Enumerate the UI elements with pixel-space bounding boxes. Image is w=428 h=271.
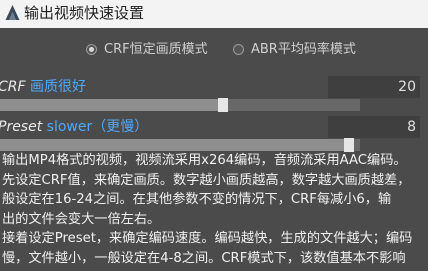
preset-slider-handle[interactable] [344, 138, 354, 152]
preset-value-input[interactable]: 8 [328, 116, 420, 138]
crf-label-prefix: CRF [0, 79, 31, 95]
description-line: 输出MP4格式的视频，视频流采用x264编码，音频流采用AAC编码。 [2, 153, 407, 168]
preset-slider-fill [0, 139, 344, 151]
description-line: 接着设定Preset，来确定编码速度。编码越快，生成的文件越大；编码 [2, 231, 413, 246]
description-line: 先设定CRF值，来确定画质。数字越小画质越高，数字越大画质越差， [2, 172, 411, 188]
crf-slider-handle[interactable] [218, 98, 228, 112]
mode-selector: CRF恒定画质模式 ABR平均码率模式 [0, 38, 428, 66]
abr-mode-label[interactable]: ABR平均码率模式 [251, 41, 356, 58]
preset-slider[interactable] [0, 138, 360, 152]
crf-label: CRF 画质很好 [0, 78, 86, 96]
preset-speed-text: slower（更慢） [46, 119, 149, 135]
crf-slider-fill [0, 99, 218, 111]
crf-quality-text: 画质很好 [30, 79, 87, 95]
preset-label-prefix: Preset [0, 119, 47, 135]
crf-mode-radio[interactable] [86, 44, 97, 55]
title-bar: 输出视频快速设置 [0, 0, 428, 28]
crf-value-input[interactable]: 20 [328, 76, 420, 98]
crf-slider[interactable] [0, 98, 360, 112]
abr-mode-radio[interactable] [233, 44, 244, 55]
description-line: 般设定在16-24之间。在其他参数不变的情况下，CRF每减小6，输 [2, 192, 392, 207]
preset-label: Preset slower（更慢） [0, 118, 148, 136]
app-logo-icon [5, 5, 20, 20]
description-text: 输出MP4格式的视频，视频流采用x264编码，音频流采用AAC编码。 先设定CR… [0, 151, 428, 271]
description-line: 慢，文件越小，一般设定在4-8之间。CRF模式下，该数值基本不影响 [2, 250, 406, 266]
description-line: 出的文件会变大一倍左右。 [2, 211, 161, 227]
settings-window: 输出视频快速设置 CRF恒定画质模式 ABR平均码率模式 CRF 画质很好 20… [0, 0, 428, 271]
crf-mode-label[interactable]: CRF恒定画质模式 [104, 41, 208, 58]
window-title: 输出视频快速设置 [24, 4, 145, 22]
